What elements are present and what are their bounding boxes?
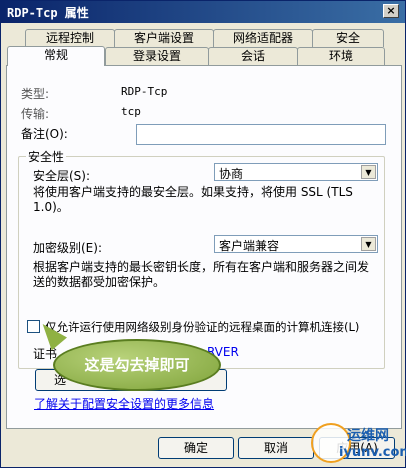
watermark-line2: iyunv.com — [339, 445, 406, 460]
chevron-down-icon[interactable]: ▼ — [361, 237, 376, 251]
watermark-line1: 运维网 — [347, 428, 389, 444]
encryption-level-value: 客户端兼容 — [219, 239, 280, 253]
learn-more-link[interactable]: 了解关于配置安全设置的更多信息 — [34, 395, 214, 412]
close-icon[interactable]: × — [383, 4, 399, 18]
security-layer-select[interactable]: 协商 ▼ — [214, 163, 378, 181]
window-title: RDP-Tcp 属性 — [7, 6, 89, 20]
title-bar[interactable]: RDP-Tcp 属性 × — [1, 1, 405, 23]
comment-label: 备注(O): — [21, 127, 68, 141]
properties-dialog: RDP-Tcp 属性 × 远程控制 客户端设置 网络适配器 安全 常规 登录设置… — [0, 0, 406, 468]
security-layer-label: 安全层(S): — [33, 169, 91, 183]
tab-security[interactable]: 安全 — [312, 29, 384, 47]
encryption-desc-1: 根据客户端支持的最长密钥长度，所有在客户端和服务器之间发 — [33, 260, 370, 274]
tab-logon-settings[interactable]: 登录设置 — [105, 47, 209, 65]
cancel-button[interactable]: 取消 — [238, 437, 314, 459]
comment-input[interactable] — [136, 124, 386, 145]
transport-label: 传输: — [21, 107, 50, 121]
security-layer-desc-1: 将使用客户端支持的最安全层。如果支持，将使用 SSL (TLS — [33, 185, 353, 199]
nla-checkbox-label[interactable]: 仅允许运行使用网络级别身份验证的远程桌面的计算机连接(L) — [45, 319, 359, 335]
tab-sessions[interactable]: 会话 — [208, 47, 298, 65]
security-layer-desc-2: 1.0)。 — [33, 200, 69, 214]
encryption-level-label: 加密级别(E): — [33, 241, 102, 255]
type-label: 类型: — [21, 87, 50, 101]
watermark-logo: 运维网 iyunv.com — [311, 421, 406, 465]
encryption-level-select[interactable]: 客户端兼容 ▼ — [214, 235, 378, 253]
type-value: RDP-Tcp — [121, 85, 168, 98]
callout-annotation: 这是勾去掉即可 — [53, 339, 221, 391]
tab-client-settings[interactable]: 客户端设置 — [114, 29, 214, 47]
transport-value: tcp — [121, 105, 141, 118]
tab-environment[interactable]: 环境 — [297, 47, 385, 65]
encryption-desc-2: 送的数据都受加密保护。 — [33, 275, 166, 289]
chevron-down-icon[interactable]: ▼ — [361, 165, 376, 179]
security-layer-value: 协商 — [219, 167, 244, 181]
tab-network-adapter[interactable]: 网络适配器 — [213, 29, 313, 47]
tab-general[interactable]: 常规 — [7, 46, 105, 66]
security-group-title: 安全性 — [26, 148, 67, 165]
ok-button[interactable]: 确定 — [158, 437, 234, 459]
tab-remote-control[interactable]: 远程控制 — [25, 29, 115, 47]
